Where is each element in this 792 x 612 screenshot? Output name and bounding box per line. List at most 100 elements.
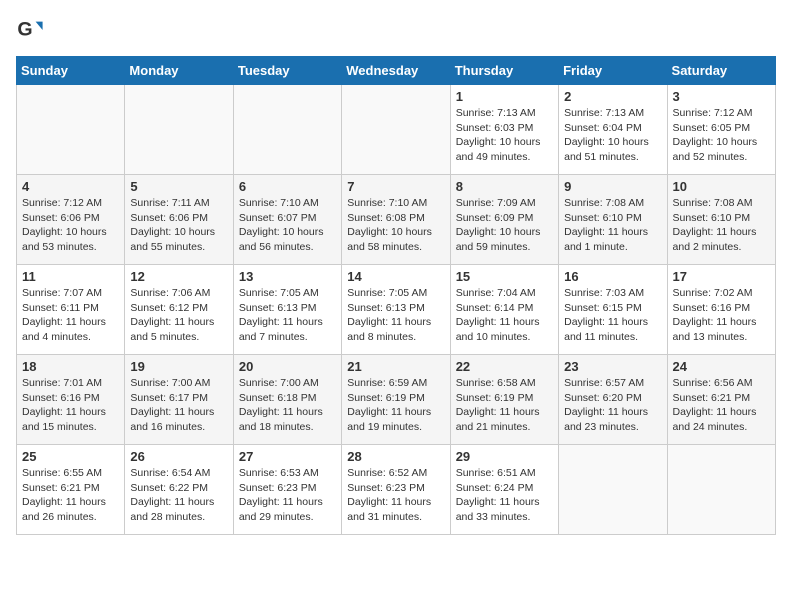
day-number: 5 [130,179,227,194]
day-number: 25 [22,449,119,464]
weekday-header-friday: Friday [559,57,667,85]
day-info: Sunrise: 7:12 AM Sunset: 6:05 PM Dayligh… [673,106,770,165]
day-number: 29 [456,449,553,464]
calendar-cell: 28 Sunrise: 6:52 AM Sunset: 6:23 PM Dayli… [342,445,450,535]
calendar-cell: 24 Sunrise: 6:56 AM Sunset: 6:21 PM Dayli… [667,355,775,445]
day-info: Sunrise: 6:54 AM Sunset: 6:22 PM Dayligh… [130,466,227,525]
day-info: Sunrise: 6:58 AM Sunset: 6:19 PM Dayligh… [456,376,553,435]
calendar-cell: 26 Sunrise: 6:54 AM Sunset: 6:22 PM Dayli… [125,445,233,535]
day-number: 10 [673,179,770,194]
day-number: 6 [239,179,336,194]
page-header: G [16,16,776,44]
calendar-cell: 13Sunrise: 7:05 AM Sunset: 6:13 PM Dayli… [233,265,341,355]
day-info: Sunrise: 6:59 AM Sunset: 6:19 PM Dayligh… [347,376,444,435]
day-info: Sunrise: 7:07 AM Sunset: 6:11 PM Dayligh… [22,286,119,345]
calendar-cell [559,445,667,535]
calendar-cell: 1 Sunrise: 7:13 AM Sunset: 6:03 PM Daylig… [450,85,558,175]
day-number: 1 [456,89,553,104]
calendar-cell [667,445,775,535]
day-number: 16 [564,269,661,284]
day-info: Sunrise: 6:51 AM Sunset: 6:24 PM Dayligh… [456,466,553,525]
calendar-cell: 25 Sunrise: 6:55 AM Sunset: 6:21 PM Dayli… [17,445,125,535]
calendar-cell: 22 Sunrise: 6:58 AM Sunset: 6:19 PM Dayli… [450,355,558,445]
day-number: 9 [564,179,661,194]
calendar-cell: 11 Sunrise: 7:07 AM Sunset: 6:11 PM Dayli… [17,265,125,355]
calendar-cell [342,85,450,175]
calendar-cell: 17Sunrise: 7:02 AM Sunset: 6:16 PM Dayli… [667,265,775,355]
day-number: 7 [347,179,444,194]
day-number: 22 [456,359,553,374]
day-info: Sunrise: 7:12 AM Sunset: 6:06 PM Dayligh… [22,196,119,255]
day-info: Sunrise: 7:06 AM Sunset: 6:12 PM Dayligh… [130,286,227,345]
calendar-cell: 15Sunrise: 7:04 AM Sunset: 6:14 PM Dayli… [450,265,558,355]
weekday-header-saturday: Saturday [667,57,775,85]
day-number: 26 [130,449,227,464]
calendar-cell [125,85,233,175]
week-row-2: 4 Sunrise: 7:12 AM Sunset: 6:06 PM Daylig… [17,175,776,265]
calendar-cell [233,85,341,175]
day-info: Sunrise: 7:01 AM Sunset: 6:16 PM Dayligh… [22,376,119,435]
calendar-cell: 10 Sunrise: 7:08 AM Sunset: 6:10 PM Dayli… [667,175,775,265]
day-info: Sunrise: 6:52 AM Sunset: 6:23 PM Dayligh… [347,466,444,525]
calendar-cell: 7 Sunrise: 7:10 AM Sunset: 6:08 PM Daylig… [342,175,450,265]
calendar-cell: 18 Sunrise: 7:01 AM Sunset: 6:16 PM Dayli… [17,355,125,445]
weekday-row: SundayMondayTuesdayWednesdayThursdayFrid… [17,57,776,85]
day-info: Sunrise: 7:03 AM Sunset: 6:15 PM Dayligh… [564,286,661,345]
calendar-cell [17,85,125,175]
day-info: Sunrise: 7:08 AM Sunset: 6:10 PM Dayligh… [673,196,770,255]
day-info: Sunrise: 7:10 AM Sunset: 6:08 PM Dayligh… [347,196,444,255]
week-row-1: 1 Sunrise: 7:13 AM Sunset: 6:03 PM Daylig… [17,85,776,175]
calendar-cell: 12 Sunrise: 7:06 AM Sunset: 6:12 PM Dayli… [125,265,233,355]
day-info: Sunrise: 6:53 AM Sunset: 6:23 PM Dayligh… [239,466,336,525]
weekday-header-tuesday: Tuesday [233,57,341,85]
day-number: 11 [22,269,119,284]
day-info: Sunrise: 7:13 AM Sunset: 6:03 PM Dayligh… [456,106,553,165]
day-info: Sunrise: 7:05 AM Sunset: 6:13 PM Dayligh… [347,286,444,345]
week-row-3: 11 Sunrise: 7:07 AM Sunset: 6:11 PM Dayli… [17,265,776,355]
day-number: 18 [22,359,119,374]
day-info: Sunrise: 6:56 AM Sunset: 6:21 PM Dayligh… [673,376,770,435]
calendar-cell: 6 Sunrise: 7:10 AM Sunset: 6:07 PM Daylig… [233,175,341,265]
calendar-cell: 3 Sunrise: 7:12 AM Sunset: 6:05 PM Daylig… [667,85,775,175]
day-number: 4 [22,179,119,194]
day-info: Sunrise: 7:11 AM Sunset: 6:06 PM Dayligh… [130,196,227,255]
logo: G [16,16,48,44]
day-info: Sunrise: 7:13 AM Sunset: 6:04 PM Dayligh… [564,106,661,165]
day-number: 3 [673,89,770,104]
day-number: 13 [239,269,336,284]
day-number: 27 [239,449,336,464]
weekday-header-sunday: Sunday [17,57,125,85]
calendar-cell: 27 Sunrise: 6:53 AM Sunset: 6:23 PM Dayli… [233,445,341,535]
calendar-cell: 4 Sunrise: 7:12 AM Sunset: 6:06 PM Daylig… [17,175,125,265]
day-number: 21 [347,359,444,374]
calendar-cell: 20 Sunrise: 7:00 AM Sunset: 6:18 PM Dayli… [233,355,341,445]
day-number: 23 [564,359,661,374]
calendar-cell: 8 Sunrise: 7:09 AM Sunset: 6:09 PM Daylig… [450,175,558,265]
day-number: 20 [239,359,336,374]
calendar-cell: 16 Sunrise: 7:03 AM Sunset: 6:15 PM Dayli… [559,265,667,355]
day-number: 8 [456,179,553,194]
day-info: Sunrise: 6:55 AM Sunset: 6:21 PM Dayligh… [22,466,119,525]
day-number: 14 [347,269,444,284]
day-number: 2 [564,89,661,104]
weekday-header-thursday: Thursday [450,57,558,85]
day-number: 12 [130,269,227,284]
day-info: Sunrise: 7:09 AM Sunset: 6:09 PM Dayligh… [456,196,553,255]
day-info: Sunrise: 7:10 AM Sunset: 6:07 PM Dayligh… [239,196,336,255]
weekday-header-monday: Monday [125,57,233,85]
logo-icon: G [16,16,44,44]
day-number: 17 [673,269,770,284]
calendar-table: SundayMondayTuesdayWednesdayThursdayFrid… [16,56,776,535]
calendar-cell: 2 Sunrise: 7:13 AM Sunset: 6:04 PM Daylig… [559,85,667,175]
day-info: Sunrise: 7:08 AM Sunset: 6:10 PM Dayligh… [564,196,661,255]
week-row-4: 18 Sunrise: 7:01 AM Sunset: 6:16 PM Dayli… [17,355,776,445]
weekday-header-wednesday: Wednesday [342,57,450,85]
calendar-cell: 14 Sunrise: 7:05 AM Sunset: 6:13 PM Dayli… [342,265,450,355]
day-number: 19 [130,359,227,374]
day-info: Sunrise: 7:00 AM Sunset: 6:18 PM Dayligh… [239,376,336,435]
calendar-cell: 5 Sunrise: 7:11 AM Sunset: 6:06 PM Daylig… [125,175,233,265]
day-number: 24 [673,359,770,374]
svg-text:G: G [17,19,32,41]
day-info: Sunrise: 6:57 AM Sunset: 6:20 PM Dayligh… [564,376,661,435]
day-number: 28 [347,449,444,464]
